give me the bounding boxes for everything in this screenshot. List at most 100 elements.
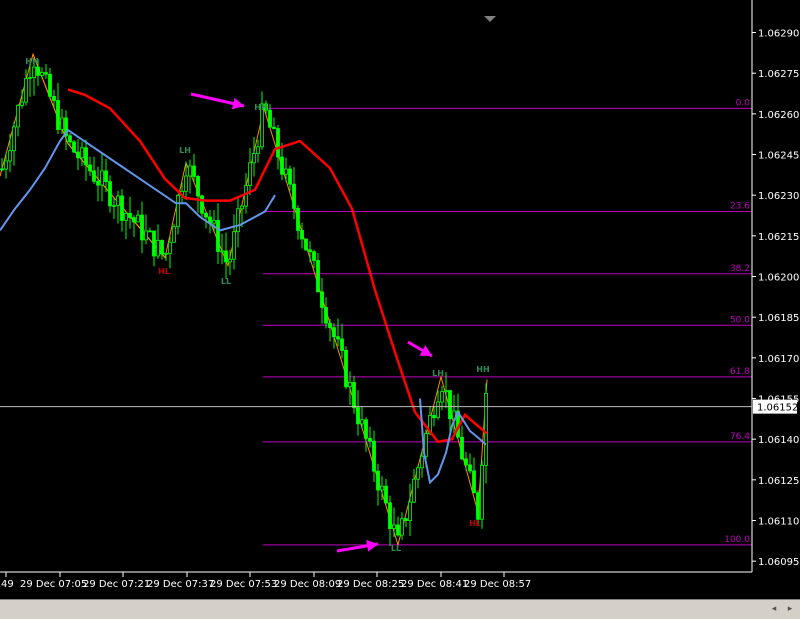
candle-body — [432, 415, 436, 419]
candle-body — [32, 66, 36, 78]
candle-body — [348, 382, 352, 388]
candle-body — [364, 419, 368, 439]
candle-body — [436, 401, 440, 419]
swing-label: HH — [25, 57, 38, 66]
candle-body — [136, 214, 140, 223]
price-tick-label: 1.06200 — [758, 273, 799, 284]
candle-body — [60, 117, 64, 130]
candle-body — [108, 181, 112, 207]
candle-body — [444, 390, 448, 393]
candle-body — [28, 77, 32, 79]
candle-body — [84, 147, 88, 166]
candle-body — [244, 185, 248, 207]
swing-label: HH — [254, 103, 267, 112]
candle-body — [8, 150, 12, 162]
swing-label: LL — [221, 277, 231, 286]
fib-level-label: 76.4 — [730, 432, 750, 442]
time-tick-label: 29 Dec 08:25 — [337, 579, 404, 590]
candle-body — [196, 175, 200, 197]
candle-body — [24, 78, 28, 103]
time-tick-label: 29 Dec 08:09 — [274, 579, 341, 590]
candle-body — [92, 170, 96, 182]
candle-body — [228, 258, 232, 263]
price-tick-label: 1.06140 — [758, 435, 799, 446]
candle-body — [372, 440, 376, 472]
fib-level-label: 38.2 — [730, 264, 750, 274]
candle-body — [440, 391, 444, 403]
candle-body — [340, 338, 344, 351]
price-tick-label: 1.06245 — [758, 151, 799, 162]
time-tick-label: 29 Dec 08:41 — [401, 579, 468, 590]
candle-body — [112, 204, 116, 207]
candle-body — [248, 162, 252, 186]
candle-body — [192, 165, 196, 177]
candle-body — [140, 214, 144, 241]
candle-body — [16, 105, 20, 128]
candle-body — [412, 478, 416, 503]
swing-label: LH — [432, 369, 444, 378]
chart-canvas[interactable]: 0.0 23.6 38.2 50.0 61.8 76.4 100.0 HH LH HL LL HH L… — [0, 0, 800, 599]
candle-body — [188, 165, 192, 177]
candle-body — [288, 168, 292, 185]
candle-body — [204, 212, 208, 218]
candle-body — [0, 168, 4, 171]
price-tick-label: 1.06290 — [758, 29, 799, 40]
candle-body — [176, 195, 180, 228]
scroll-left-icon[interactable]: ◂ — [767, 602, 781, 616]
candle-body — [36, 66, 40, 76]
candle-body — [392, 524, 396, 529]
candle-body — [376, 470, 380, 491]
candle-body — [240, 205, 244, 210]
candle-body — [484, 393, 488, 466]
candle-body — [276, 128, 280, 158]
fib-level-label: 61.8 — [730, 367, 750, 377]
candle-body — [256, 146, 260, 155]
candle-body — [356, 407, 360, 425]
candle-body — [292, 183, 296, 209]
candle-body — [404, 518, 408, 521]
candle-body — [172, 226, 176, 243]
candle-body — [400, 518, 404, 536]
candle-body — [460, 436, 464, 460]
price-tick-label: 1.06275 — [758, 69, 799, 80]
candle-body — [384, 485, 388, 504]
swing-label: LH — [179, 146, 191, 155]
scroll-right-icon[interactable]: ▸ — [783, 602, 797, 616]
candle-body — [52, 95, 56, 101]
candle-body — [360, 419, 364, 425]
candle-body — [284, 168, 288, 175]
fib-level-label: 50.0 — [730, 315, 750, 325]
candle-body — [324, 307, 328, 324]
candle-body — [236, 208, 240, 233]
candle-body — [472, 470, 476, 494]
candle-body — [200, 195, 204, 214]
candle-body — [316, 260, 320, 293]
candle-body — [476, 492, 480, 520]
candle-body — [124, 212, 128, 221]
candle-body — [148, 230, 152, 233]
candle-body — [468, 464, 472, 472]
swing-label: HH — [476, 365, 489, 374]
fib-level-label: 0.0 — [736, 98, 751, 108]
time-tick-label: 29 Dec 07:37 — [147, 579, 214, 590]
price-tick-label: 1.06170 — [758, 354, 799, 365]
candle-body — [448, 390, 452, 420]
candle-body — [380, 485, 384, 491]
candle-body — [104, 170, 108, 182]
candle-body — [304, 238, 308, 251]
candle-body — [44, 72, 48, 75]
price-tick-label: 1.06095 — [758, 557, 799, 568]
candle-body — [100, 170, 104, 186]
candle-body — [224, 250, 228, 263]
horizontal-scrollbar[interactable]: ◂ ▸ — [0, 599, 800, 619]
candle-body — [280, 156, 284, 175]
candle-body — [416, 467, 420, 480]
swing-label: HL — [158, 267, 170, 276]
candle-body — [336, 336, 340, 340]
candle-body — [216, 219, 220, 252]
swing-label: LL — [391, 544, 401, 553]
fib-level-label: 100.0 — [724, 535, 750, 545]
candle-body — [352, 382, 356, 409]
trading-chart[interactable]: 0.0 23.6 38.2 50.0 61.8 76.4 100.0 HH LH HL LL HH L… — [0, 0, 800, 619]
candle-body — [40, 72, 44, 76]
